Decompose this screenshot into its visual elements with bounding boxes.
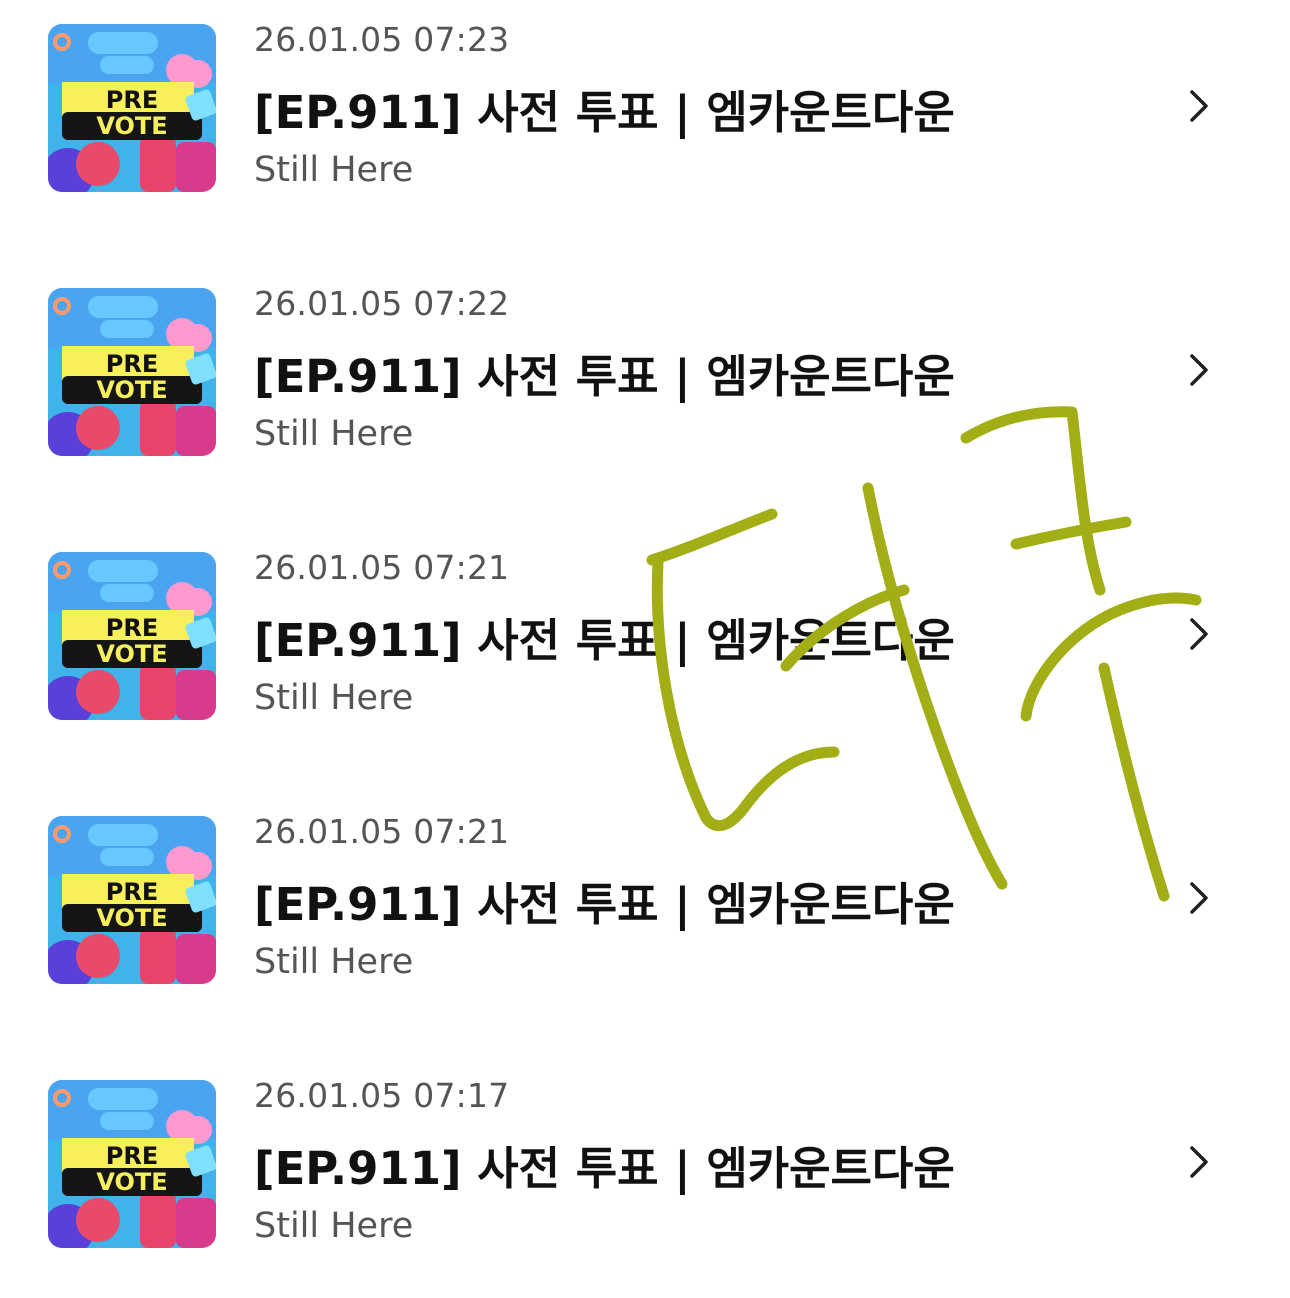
- svg-text:VOTE: VOTE: [96, 1168, 167, 1196]
- svg-text:PRE: PRE: [106, 878, 158, 906]
- svg-text:VOTE: VOTE: [96, 112, 167, 140]
- vote-song-name: Still Here: [254, 150, 414, 190]
- vote-song-name: Still Here: [254, 414, 414, 454]
- pre-vote-thumbnail: PRE VOTE: [48, 552, 216, 720]
- vote-title: [EP.911] 사전 투표 | 엠카운트다운: [254, 1142, 955, 1195]
- vote-timestamp: 26.01.05 07:23: [254, 20, 510, 59]
- vote-song-name: Still Here: [254, 942, 414, 982]
- vote-timestamp: 26.01.05 07:17: [254, 1076, 510, 1115]
- chevron-right-icon[interactable]: [1184, 82, 1216, 130]
- chevron-right-icon[interactable]: [1184, 874, 1216, 922]
- svg-text:PRE: PRE: [106, 86, 158, 114]
- svg-text:PRE: PRE: [106, 614, 158, 642]
- chevron-right-icon[interactable]: [1184, 1138, 1216, 1186]
- vote-list-item[interactable]: PRE VOTE 26.01.05 07:22 [EP.911] 사전 투표 |…: [0, 264, 1290, 464]
- pre-vote-thumbnail: PRE VOTE: [48, 816, 216, 984]
- pre-vote-thumbnail: PRE VOTE: [48, 24, 216, 192]
- pre-vote-thumbnail: PRE VOTE: [48, 288, 216, 456]
- chevron-right-icon[interactable]: [1184, 346, 1216, 394]
- vote-list-item[interactable]: PRE VOTE 26.01.05 07:21 [EP.911] 사전 투표 |…: [0, 792, 1290, 992]
- vote-title: [EP.911] 사전 투표 | 엠카운트다운: [254, 86, 955, 139]
- vote-timestamp: 26.01.05 07:22: [254, 284, 510, 323]
- svg-text:PRE: PRE: [106, 1142, 158, 1170]
- svg-text:PRE: PRE: [106, 350, 158, 378]
- vote-list-item[interactable]: PRE VOTE 26.01.05 07:23 [EP.911] 사전 투표 |…: [0, 0, 1290, 200]
- vote-list-item[interactable]: PRE VOTE 26.01.05 07:17 [EP.911] 사전 투표 |…: [0, 1056, 1290, 1256]
- svg-text:VOTE: VOTE: [96, 904, 167, 932]
- svg-text:VOTE: VOTE: [96, 640, 167, 668]
- vote-title: [EP.911] 사전 투표 | 엠카운트다운: [254, 878, 955, 931]
- vote-history-list: PRE VOTE 26.01.05 07:23 [EP.911] 사전 투표 |…: [0, 0, 1290, 1298]
- pre-vote-thumbnail: PRE VOTE: [48, 1080, 216, 1248]
- svg-text:VOTE: VOTE: [96, 376, 167, 404]
- vote-timestamp: 26.01.05 07:21: [254, 812, 510, 851]
- vote-title: [EP.911] 사전 투표 | 엠카운트다운: [254, 350, 955, 403]
- vote-list-item[interactable]: PRE VOTE 26.01.05 07:21 [EP.911] 사전 투표 |…: [0, 528, 1290, 728]
- vote-title: [EP.911] 사전 투표 | 엠카운트다운: [254, 614, 955, 667]
- chevron-right-icon[interactable]: [1184, 610, 1216, 658]
- vote-song-name: Still Here: [254, 1206, 414, 1246]
- vote-timestamp: 26.01.05 07:21: [254, 548, 510, 587]
- vote-song-name: Still Here: [254, 678, 414, 718]
